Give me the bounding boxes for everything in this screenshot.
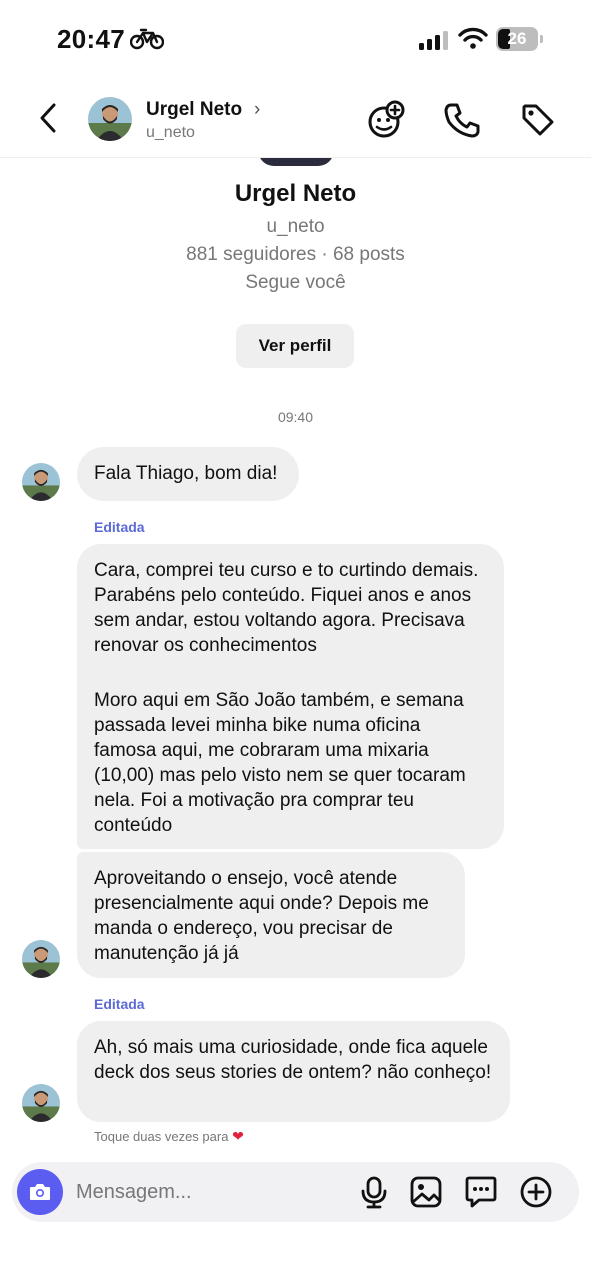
add-effect-icon[interactable] [365, 100, 405, 140]
avatar[interactable] [88, 97, 132, 141]
message-paragraph: Cara, comprei teu curso e to curtindo de… [94, 560, 479, 656]
avatar[interactable] [22, 1084, 60, 1122]
profile-stats: 881 seguidores · 68 posts [186, 244, 405, 265]
message-input[interactable] [76, 1176, 326, 1208]
message-text: Ah, só mais uma curiosidade, onde fica a… [94, 1037, 492, 1083]
back-icon[interactable] [34, 102, 64, 134]
chevron-right-icon[interactable]: › [254, 99, 260, 121]
contact-name[interactable]: Urgel Neto [146, 99, 242, 121]
tag-icon[interactable] [518, 100, 558, 140]
message-bubble[interactable]: Aproveitando o ensejo, você atende prese… [77, 852, 465, 978]
profile-username: u_neto [266, 216, 325, 237]
microphone-icon[interactable] [357, 1175, 391, 1209]
message-text: Fala Thiago, bom dia! [94, 463, 278, 484]
double-tap-hint: Toque duas vezes para ❤ [94, 1128, 244, 1145]
profile-name: Urgel Neto [234, 180, 357, 207]
battery-icon: 26 [496, 27, 543, 51]
avatar[interactable] [22, 940, 60, 978]
edited-label: Editada [94, 519, 145, 535]
message-timestamp: 09:40 [277, 409, 314, 425]
follows-you-label: Segue você [245, 272, 346, 293]
double-tap-text: Toque duas vezes para [94, 1129, 229, 1144]
contact-username[interactable]: u_neto [146, 124, 195, 142]
camera-icon [30, 1184, 50, 1200]
message-paragraph: Moro aqui em São João também, e semana p… [94, 690, 466, 836]
status-time: 20:47 [57, 24, 125, 54]
message-bubble[interactable]: Cara, comprei teu curso e to curtindo de… [77, 544, 504, 849]
message-bubble[interactable]: Ah, só mais uma curiosidade, onde fica a… [77, 1021, 510, 1122]
message-composer [12, 1162, 579, 1222]
status-bar: 20:47 26 [0, 0, 591, 80]
view-profile-button[interactable]: Ver perfil [236, 324, 354, 368]
chat-header: Urgel Neto › u_neto [0, 88, 591, 158]
message-text: Aproveitando o ensejo, você atende prese… [94, 868, 429, 964]
signal-icon [419, 31, 448, 50]
plus-icon[interactable] [519, 1175, 553, 1209]
battery-level: 26 [507, 29, 527, 48]
heart-icon: ❤ [232, 1128, 244, 1144]
wifi-icon [458, 27, 488, 49]
edited-label: Editada [94, 996, 145, 1012]
message-bubble[interactable]: Fala Thiago, bom dia! [77, 447, 299, 501]
avatar[interactable] [22, 463, 60, 501]
camera-button[interactable] [17, 1169, 63, 1215]
sticker-icon[interactable] [464, 1175, 498, 1209]
phone-icon[interactable] [442, 100, 482, 140]
bike-icon [130, 28, 164, 50]
image-icon[interactable] [409, 1175, 443, 1209]
